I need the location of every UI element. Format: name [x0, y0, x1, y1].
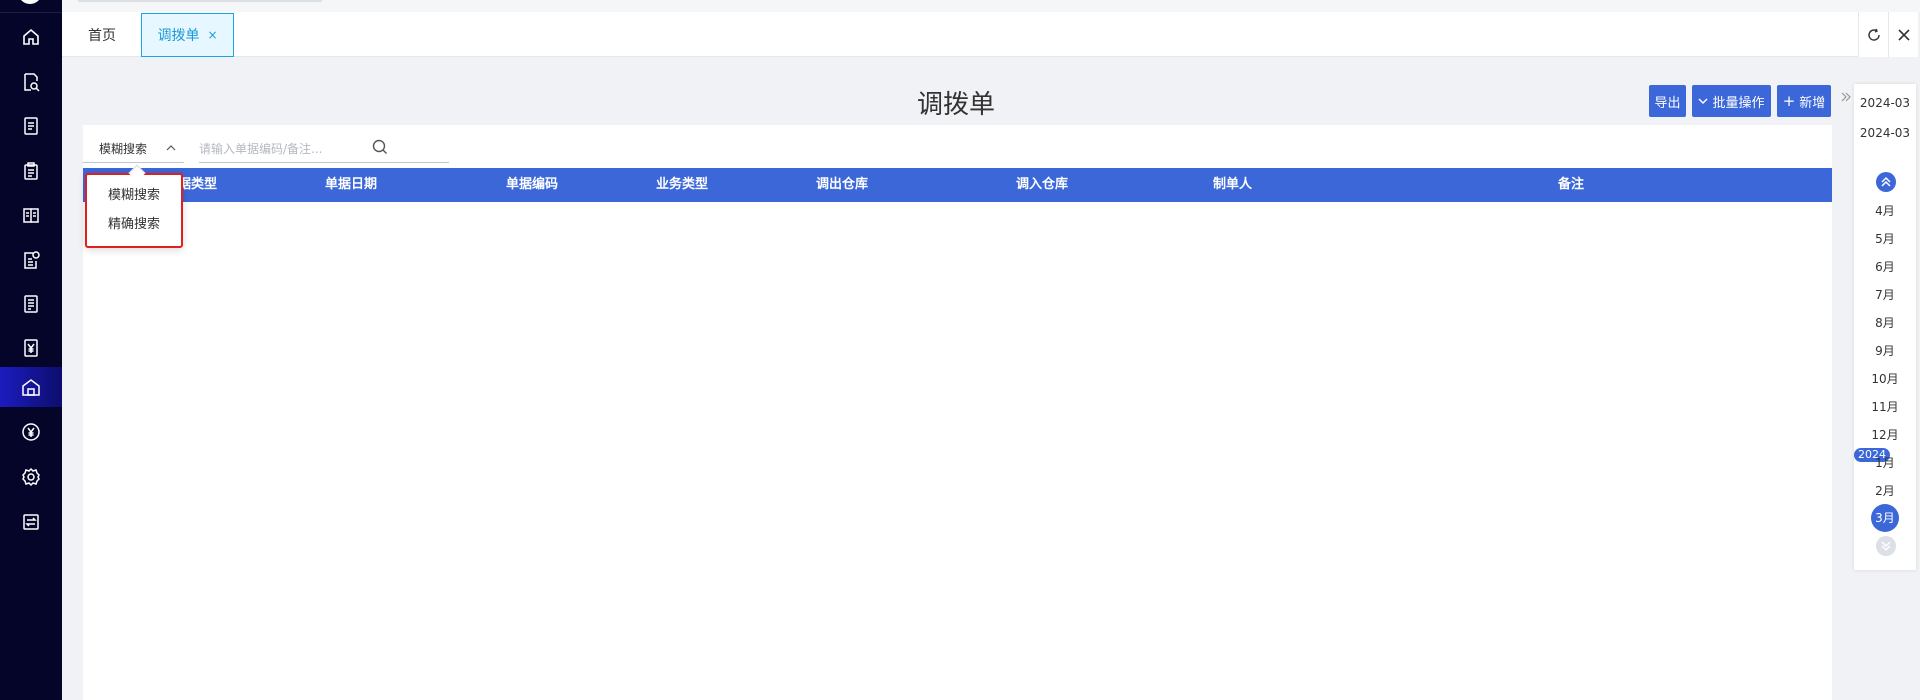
end-date[interactable]: 2024-03 — [1854, 126, 1916, 140]
tab-bar: 首页 调拨单 × — [62, 12, 1858, 57]
chevron-down-circle-icon — [1881, 541, 1891, 552]
nav-ledger[interactable] — [0, 195, 62, 235]
home-icon — [23, 28, 39, 45]
yen-doc-icon — [24, 339, 38, 357]
export-button[interactable]: 导出 — [1649, 85, 1686, 117]
add-button[interactable]: + 新增 — [1777, 85, 1831, 117]
nav-list-doc[interactable] — [0, 106, 62, 146]
month-item[interactable]: 6月 — [1854, 258, 1916, 275]
nav-warehouse[interactable] — [0, 367, 62, 407]
scroll-down-button[interactable] — [1876, 536, 1896, 556]
column-header-doc-date: 单据日期 — [325, 177, 378, 192]
logo — [18, 0, 42, 4]
date-panel: 2024-03 2024-03 4月 5月 6月 7月 8月 9月 10月 11… — [1854, 84, 1916, 570]
selected-month-label: 3月 — [1871, 504, 1899, 532]
add-label: 新增 — [1799, 95, 1826, 111]
tab-transfer-order-label: 调拨单 — [157, 28, 200, 44]
scroll-up-button[interactable] — [1876, 172, 1896, 192]
month-item[interactable]: 10月 — [1854, 370, 1916, 387]
month-item[interactable]: 9月 — [1854, 342, 1916, 359]
month-item[interactable]: 4月 — [1854, 202, 1916, 219]
nav-doc-badge[interactable] — [0, 240, 62, 280]
side-nav — [0, 0, 62, 700]
nav-search-doc[interactable] — [0, 62, 62, 102]
column-header-in-warehouse: 调入仓库 — [1016, 177, 1069, 192]
month-item[interactable]: 1月 — [1854, 454, 1916, 471]
close-icon — [1897, 28, 1910, 41]
refresh-button[interactable] — [1858, 12, 1888, 57]
batch-operation-button[interactable]: 批量操作 — [1692, 85, 1771, 117]
dropdown-option-fuzzy[interactable]: 模糊搜索 — [87, 182, 181, 210]
tab-home[interactable]: 首页 — [88, 12, 116, 57]
double-chevron-right-icon — [1841, 92, 1851, 102]
month-item[interactable]: 2月 — [1854, 482, 1916, 499]
close-all-button[interactable] — [1888, 12, 1918, 57]
collapse-panel-button[interactable] — [1838, 86, 1854, 108]
nav-settings[interactable] — [0, 457, 62, 497]
nav-transfer[interactable] — [0, 502, 62, 542]
column-header-creator: 制单人 — [1213, 177, 1253, 192]
doc-badge-icon — [24, 251, 40, 269]
dropdown-option-exact[interactable]: 精确搜索 — [87, 211, 181, 239]
chevron-down-icon — [1698, 98, 1709, 105]
tab-home-label: 首页 — [88, 27, 116, 44]
month-item[interactable]: 12月 — [1854, 426, 1916, 443]
month-item[interactable]: 7月 — [1854, 286, 1916, 303]
nav-home[interactable] — [0, 17, 62, 57]
month-item[interactable]: 5月 — [1854, 230, 1916, 247]
search-mode-dropdown: 模糊搜索 精确搜索 — [85, 164, 183, 248]
table-header: 据类型 单据日期 单据编码 业务类型 调出仓库 调入仓库 制单人 备注 — [83, 168, 1832, 202]
month-item[interactable]: 8月 — [1854, 314, 1916, 331]
warehouse-icon — [22, 379, 40, 396]
nav-yen-circle[interactable] — [0, 412, 62, 452]
column-header-out-warehouse: 调出仓库 — [816, 177, 869, 192]
main-card: 模糊搜索 据类型 单据日期 单据编码 业务类型 调出仓库 调入仓库 制单人 备注… — [83, 125, 1832, 700]
search-icon[interactable] — [371, 138, 389, 156]
gear-icon — [22, 467, 40, 487]
tab-transfer-order[interactable]: 调拨单 × — [141, 13, 234, 57]
search-mode-label: 模糊搜索 — [99, 142, 148, 156]
plus-icon: + — [1782, 92, 1796, 110]
ledger-icon — [23, 208, 39, 223]
month-item-selected[interactable]: 3月 — [1854, 504, 1916, 532]
nav-yen-doc[interactable] — [0, 328, 62, 368]
column-header-remark: 备注 — [1558, 177, 1585, 192]
nav-clipboard[interactable] — [0, 151, 62, 191]
start-date[interactable]: 2024-03 — [1854, 96, 1916, 110]
column-header-business-type: 业务类型 — [656, 177, 709, 192]
column-header-doc-type: 据类型 — [178, 177, 218, 192]
export-label: 导出 — [1654, 95, 1681, 111]
yen-circle-icon — [22, 423, 40, 441]
refresh-icon — [1867, 28, 1880, 41]
search-input[interactable] — [199, 135, 449, 163]
chevron-up-icon — [166, 145, 176, 151]
search-doc-icon — [24, 73, 40, 92]
list-doc-icon — [24, 117, 38, 135]
transfer-icon — [23, 514, 39, 530]
close-tab-icon[interactable]: × — [207, 28, 217, 42]
column-header-doc-code: 单据编码 — [506, 177, 559, 192]
chevron-up-circle-icon — [1881, 176, 1891, 187]
month-item[interactable]: 11月 — [1854, 398, 1916, 415]
clipboard-icon — [24, 162, 38, 180]
batch-operation-label: 批量操作 — [1712, 95, 1765, 111]
nav-report[interactable] — [0, 284, 62, 324]
search-mode-select[interactable]: 模糊搜索 — [83, 135, 184, 163]
report-icon — [24, 295, 38, 313]
page-title: 调拨单 — [916, 90, 995, 120]
